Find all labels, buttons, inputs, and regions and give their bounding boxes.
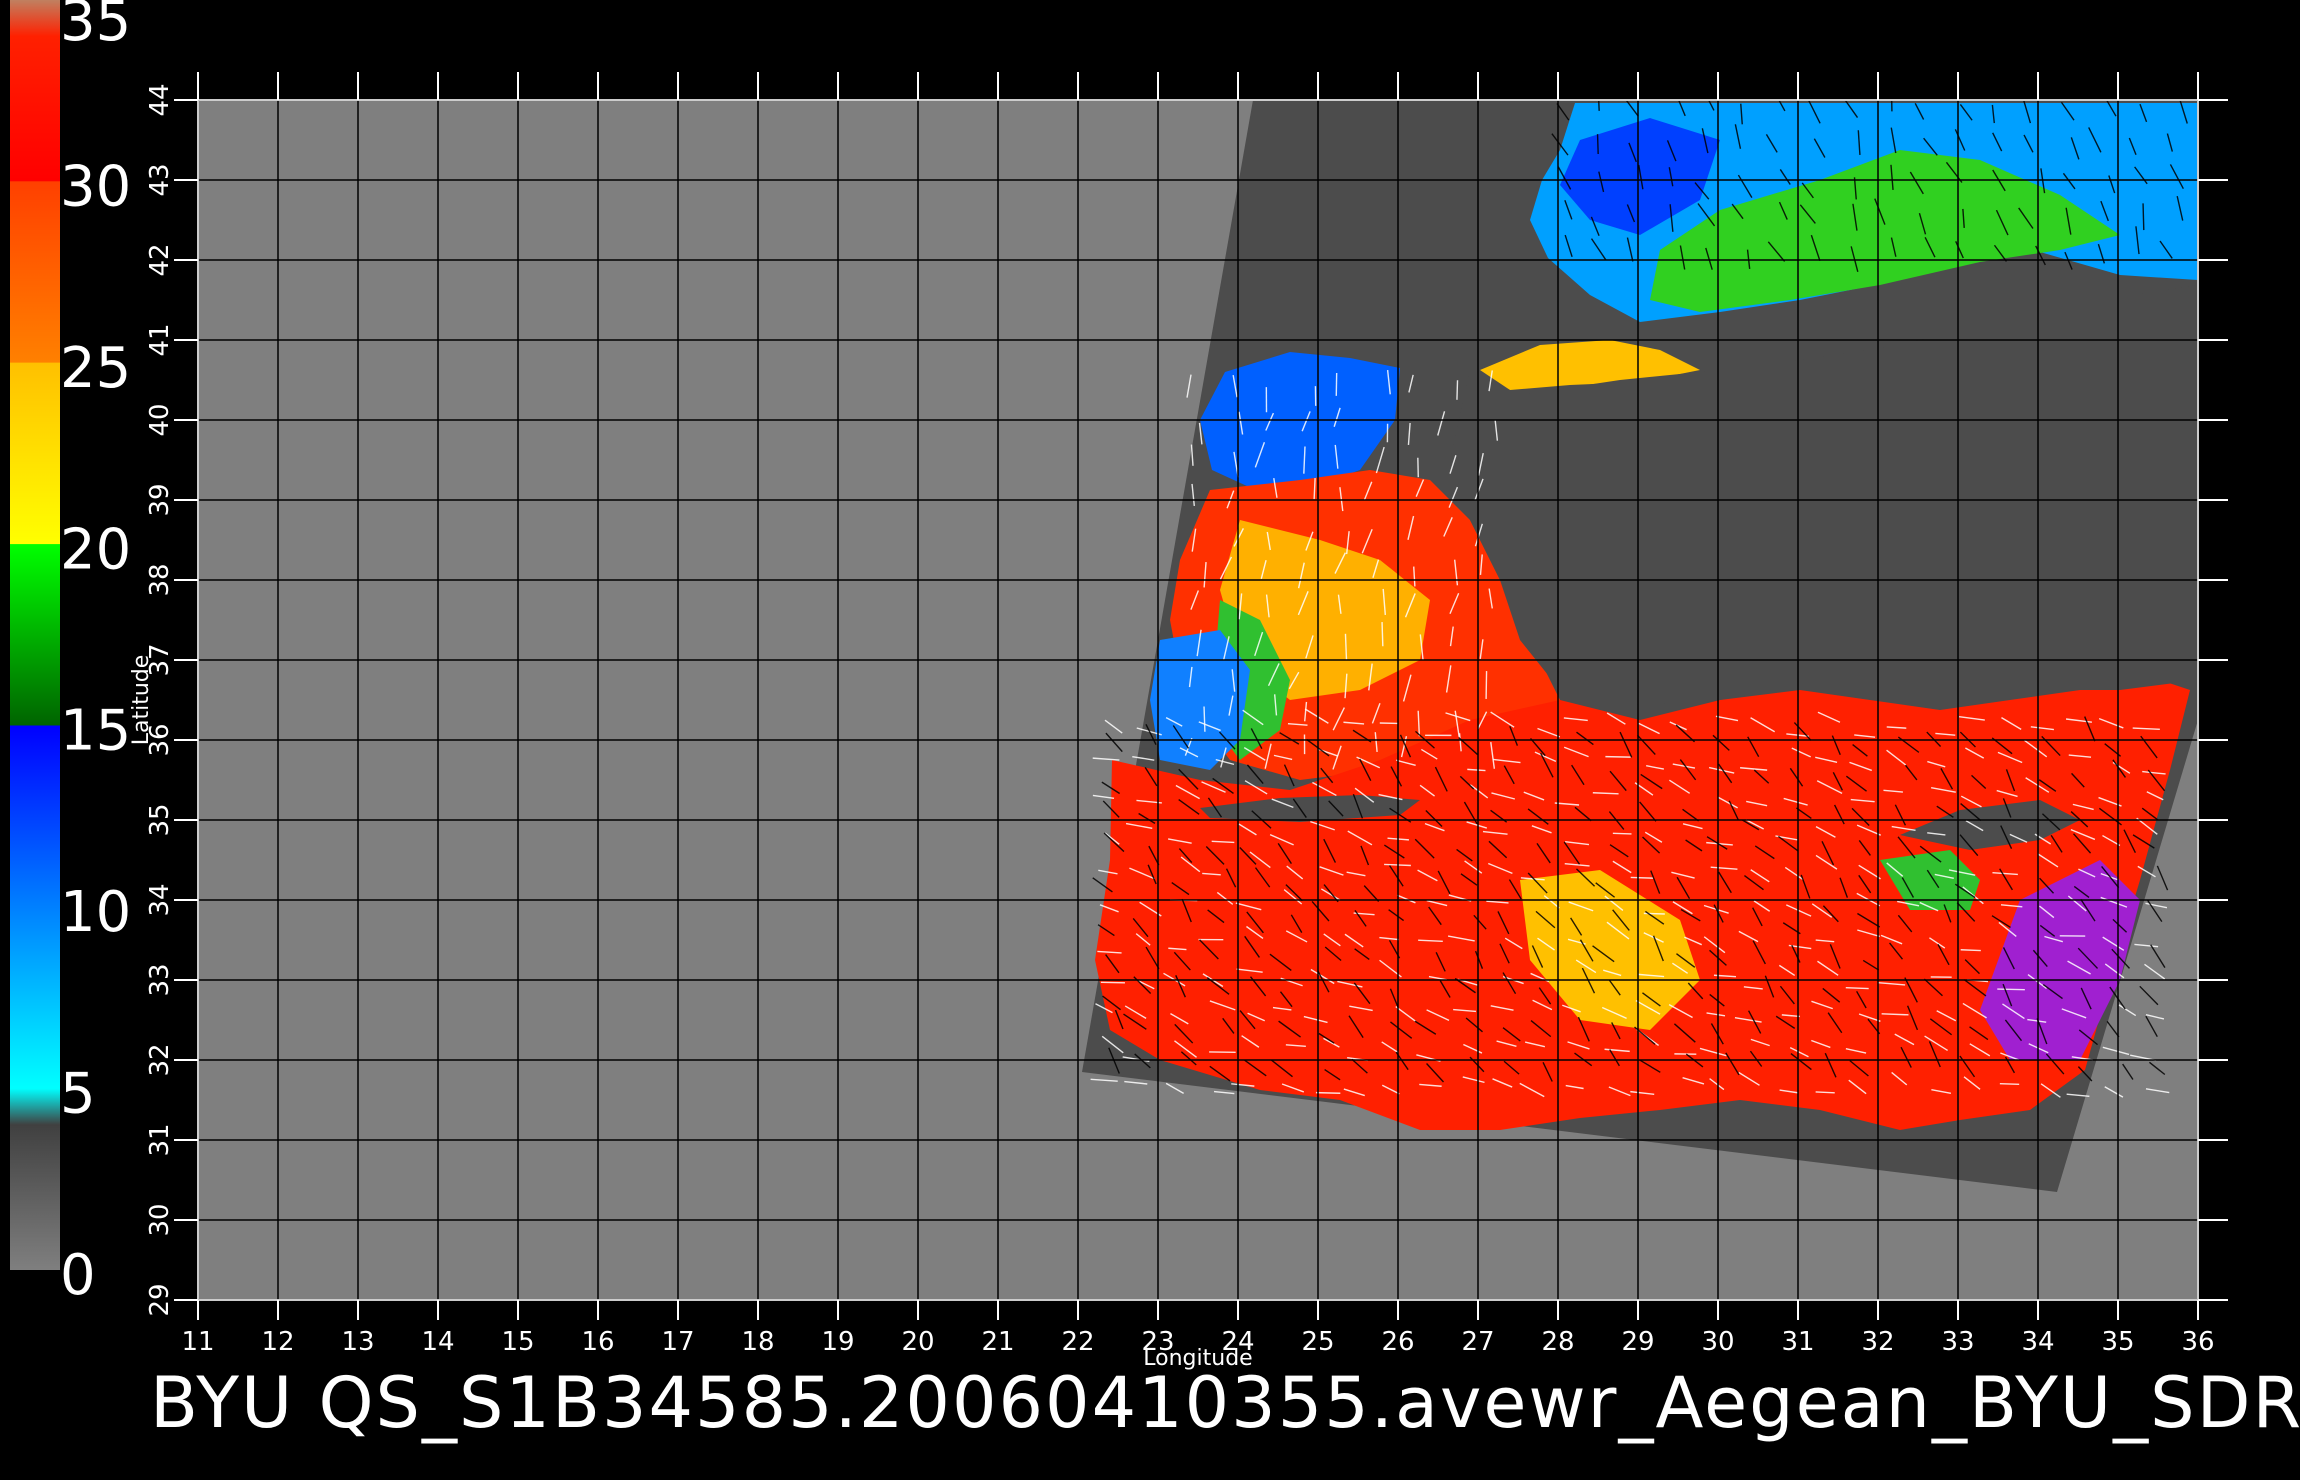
- lon-tick-36: 36: [2181, 1327, 2214, 1357]
- lat-tick-39: 39: [145, 483, 175, 516]
- lon-tick-21: 21: [981, 1327, 1014, 1357]
- lon-tick-19: 19: [821, 1327, 854, 1357]
- lon-tick-25: 25: [1301, 1327, 1334, 1357]
- lon-tick-26: 26: [1381, 1327, 1414, 1357]
- lon-tick-12: 12: [261, 1327, 294, 1357]
- lon-tick-17: 17: [661, 1327, 694, 1357]
- colorbar-tick-30: 30: [60, 154, 131, 219]
- lat-tick-32: 32: [145, 1043, 175, 1076]
- colorbar-tick-10: 10: [60, 880, 131, 945]
- lon-tick-16: 16: [581, 1327, 614, 1357]
- colorbar-tick-5: 5: [60, 1062, 96, 1127]
- lat-tick-29: 29: [145, 1283, 175, 1316]
- colorbar-tick-0: 0: [60, 1243, 96, 1308]
- lat-tick-34: 34: [145, 883, 175, 916]
- y-axis-label: Latitude: [129, 655, 154, 746]
- lon-tick-31: 31: [1781, 1327, 1814, 1357]
- lat-tick-40: 40: [145, 403, 175, 436]
- lon-tick-27: 27: [1461, 1327, 1494, 1357]
- lon-tick-18: 18: [741, 1327, 774, 1357]
- lat-tick-42: 42: [145, 243, 175, 276]
- colorbar: 0 5 10 15 20 25 30 35: [10, 0, 131, 1308]
- lon-tick-20: 20: [901, 1327, 934, 1357]
- lon-tick-35: 35: [2101, 1327, 2134, 1357]
- map-panel: 11 12 13 14 15 16 17 18 19 20 21 22 23 24 25 26 27 28 29 30…: [129, 72, 2228, 1371]
- lat-tick-41: 41: [145, 323, 175, 356]
- wind-speed-map: 0 5 10 15 20 25 30 35 11 12 13 14 15 16 17 18 1…: [10, 0, 2228, 1371]
- colorbar-strip: [10, 0, 60, 1270]
- lat-tick-31: 31: [145, 1123, 175, 1156]
- lat-tick-44: 44: [145, 83, 175, 116]
- image-caption: BYU QS_S1B34585.20060410355.avewr_Aegean…: [150, 1362, 2300, 1444]
- lon-tick-14: 14: [421, 1327, 454, 1357]
- lat-tick-43: 43: [145, 163, 175, 196]
- colorbar-tick-15: 15: [60, 699, 131, 764]
- colorbar-tick-labels: 0 5 10 15 20 25 30 35: [60, 0, 131, 1308]
- lon-tick-11: 11: [181, 1327, 214, 1357]
- colorbar-tick-25: 25: [60, 336, 131, 401]
- lon-tick-22: 22: [1061, 1327, 1094, 1357]
- lat-tick-30: 30: [145, 1203, 175, 1236]
- lat-tick-38: 38: [145, 563, 175, 596]
- lon-tick-28: 28: [1541, 1327, 1574, 1357]
- lat-tick-33: 33: [145, 963, 175, 996]
- lon-tick-15: 15: [501, 1327, 534, 1357]
- lon-tick-34: 34: [2021, 1327, 2054, 1357]
- lon-tick-29: 29: [1621, 1327, 1654, 1357]
- lat-tick-35: 35: [145, 803, 175, 836]
- lon-tick-33: 33: [1941, 1327, 1974, 1357]
- lon-tick-32: 32: [1861, 1327, 1894, 1357]
- lon-tick-13: 13: [341, 1327, 374, 1357]
- colorbar-tick-20: 20: [60, 517, 131, 582]
- lon-tick-30: 30: [1701, 1327, 1734, 1357]
- colorbar-tick-35: 35: [60, 0, 131, 54]
